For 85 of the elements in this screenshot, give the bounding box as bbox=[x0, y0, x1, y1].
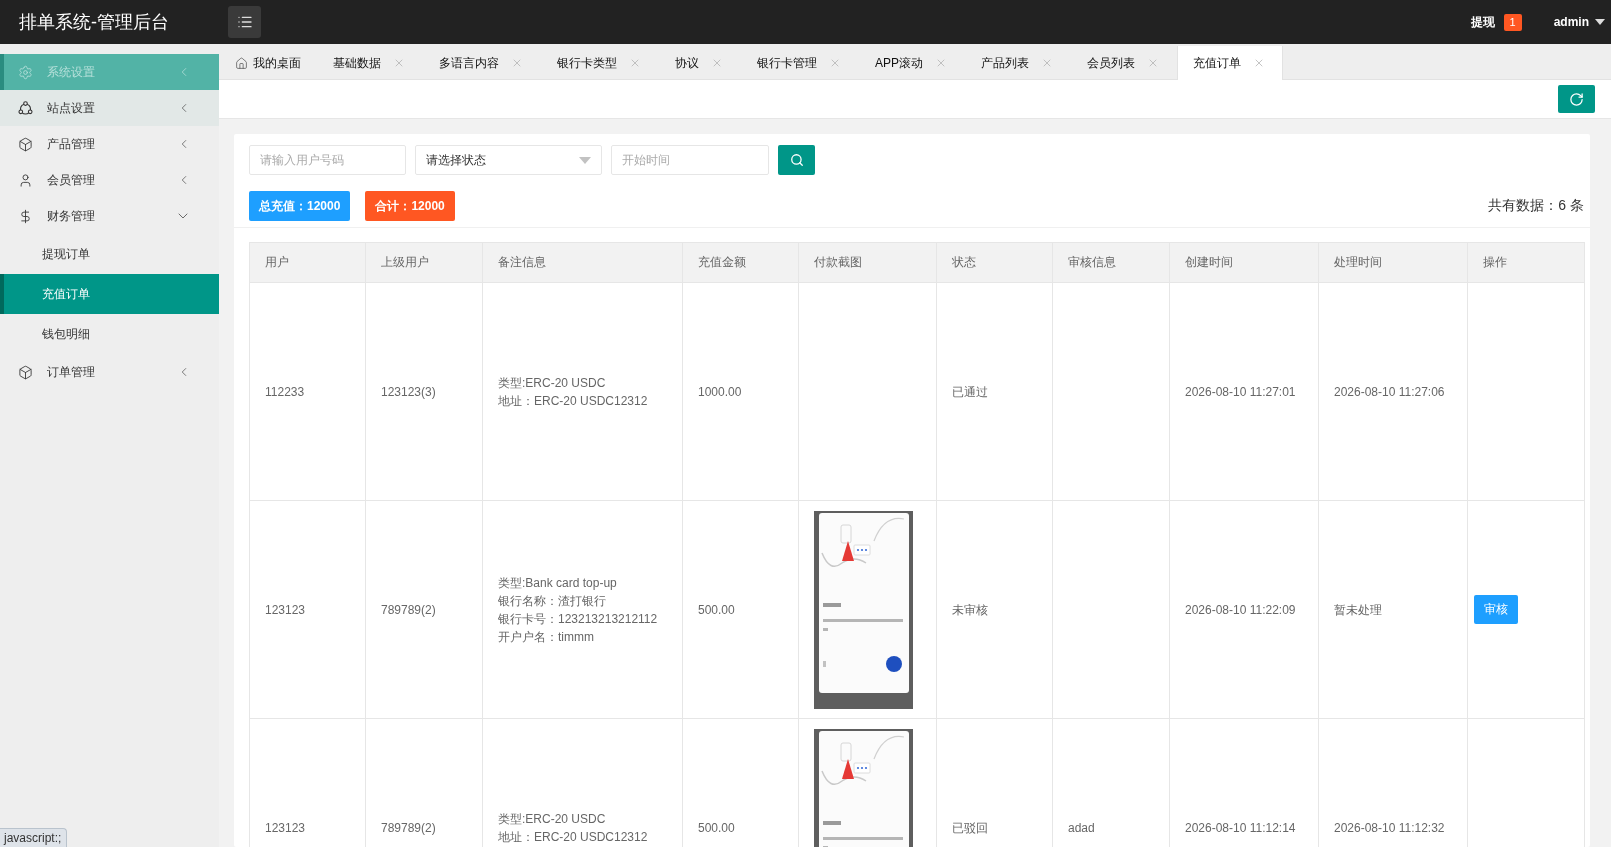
sidebar-subitem[interactable]: 钱包明细 bbox=[0, 314, 219, 354]
caret-icon bbox=[579, 156, 591, 164]
status-text: 已通过 bbox=[952, 383, 988, 401]
column-header: 创建时间 bbox=[1169, 242, 1319, 283]
tab[interactable]: 银行卡管理 bbox=[741, 46, 859, 80]
close-icon[interactable] bbox=[1253, 57, 1265, 69]
tab[interactable]: 基础数据 bbox=[317, 46, 423, 80]
close-icon[interactable] bbox=[829, 57, 841, 69]
user-menu[interactable]: admin bbox=[1553, 15, 1605, 29]
settings-icon bbox=[18, 64, 33, 80]
sidebar-subitem[interactable]: 充值订单 bbox=[0, 274, 219, 314]
cube-icon bbox=[18, 136, 33, 152]
tab[interactable]: 银行卡类型 bbox=[541, 46, 659, 80]
tab[interactable]: 多语言内容 bbox=[423, 46, 541, 80]
column-header: 备注信息 bbox=[482, 242, 683, 283]
home-icon bbox=[235, 56, 248, 70]
user-id-text: 112233 bbox=[265, 383, 305, 401]
start-time-field[interactable]: 开始时间 bbox=[611, 145, 769, 175]
caret-icon bbox=[1595, 19, 1605, 25]
column-header: 处理时间 bbox=[1318, 242, 1468, 283]
column-header: 状态 bbox=[936, 242, 1053, 283]
amount-text: 1000.00 bbox=[698, 383, 742, 401]
processed-time-text: 2026-08-10 11:12:32 bbox=[1334, 819, 1445, 837]
notification-count: 1 bbox=[1503, 13, 1522, 31]
record-count: 共有数据：6 条 bbox=[1488, 197, 1584, 215]
payment-info-text: 类型:ERC-20 USDC 地址：ERC-20 USDC12312 bbox=[498, 810, 648, 846]
created-time-text: 2026-08-10 11:22:09 bbox=[1185, 601, 1296, 619]
search-icon bbox=[789, 153, 804, 167]
summary-tag: 总充值：12000 bbox=[249, 191, 351, 221]
column-header: 审核信息 bbox=[1052, 242, 1170, 283]
search-button[interactable] bbox=[778, 145, 815, 175]
summary-tag: 合计：12000 bbox=[365, 191, 455, 221]
status-text: 未审核 bbox=[952, 601, 988, 619]
sidebar-item[interactable]: 订单管理 bbox=[0, 354, 219, 390]
app-title: 排单系统-管理后台 bbox=[19, 12, 169, 32]
refresh-button[interactable] bbox=[1558, 85, 1595, 113]
user-number-field[interactable]: 请输入用户号码 bbox=[249, 145, 406, 175]
column-header: 充值金额 bbox=[682, 242, 799, 283]
user-id-text: 123123 bbox=[265, 819, 306, 837]
column-header: 上级用户 bbox=[365, 242, 483, 283]
dollar-icon bbox=[18, 208, 33, 224]
processed-time-text: 暂未处理 bbox=[1334, 601, 1382, 619]
tab[interactable]: 充值订单 bbox=[1177, 46, 1283, 80]
user-id-text: 123123 bbox=[265, 601, 306, 619]
close-icon[interactable] bbox=[711, 57, 723, 69]
ring-nodes-icon bbox=[18, 100, 33, 116]
refresh-icon bbox=[1569, 91, 1584, 107]
column-header: 付款截图 bbox=[798, 242, 937, 283]
sidebar-subitem[interactable]: 提现订单 bbox=[0, 234, 219, 274]
amount-text: 500.00 bbox=[698, 601, 735, 619]
sidebar-item[interactable]: 财务管理 bbox=[0, 198, 219, 234]
close-icon[interactable] bbox=[511, 57, 523, 69]
tab[interactable]: APP滚动 bbox=[859, 46, 965, 80]
payment-info-text: 类型:ERC-20 USDC 地址：ERC-20 USDC12312 bbox=[498, 374, 648, 410]
amount-text: 500.00 bbox=[698, 819, 735, 837]
referrer-text: 789789(2) bbox=[381, 819, 436, 837]
withdraw-link[interactable]: 提现 bbox=[1470, 13, 1495, 31]
close-icon[interactable] bbox=[1147, 57, 1159, 69]
tab[interactable]: 协议 bbox=[659, 46, 741, 80]
sidebar-item[interactable]: 会员管理 bbox=[0, 162, 219, 198]
created-time-text: 2026-08-10 11:27:01 bbox=[1185, 383, 1296, 401]
payment-info-text: 类型:Bank card top-up 银行名称：渣打银行 银行卡号：123213213212112 开户户名：timmm bbox=[498, 574, 658, 646]
menu-icon bbox=[236, 14, 253, 30]
review-note-text: adad bbox=[1068, 819, 1095, 837]
close-icon[interactable] bbox=[393, 57, 405, 69]
processed-time-text: 2026-08-10 11:27:06 bbox=[1334, 383, 1445, 401]
tab[interactable]: 产品列表 bbox=[965, 46, 1071, 80]
close-icon[interactable] bbox=[629, 57, 641, 69]
menu-button[interactable] bbox=[228, 6, 261, 38]
tab[interactable]: 我的桌面 bbox=[219, 46, 317, 80]
user-icon bbox=[18, 172, 33, 188]
cube-icon bbox=[18, 364, 33, 380]
status-select[interactable]: 请选择状态 bbox=[415, 145, 602, 175]
link-preview-tooltip: javascript:; bbox=[0, 828, 68, 847]
tab[interactable]: 会员列表 bbox=[1071, 46, 1177, 80]
sidebar-item[interactable]: 站点设置 bbox=[0, 90, 219, 126]
status-text: 已驳回 bbox=[952, 819, 988, 837]
column-header: 用户 bbox=[249, 242, 366, 283]
close-icon[interactable] bbox=[1041, 57, 1053, 69]
referrer-text: 123123(3) bbox=[381, 383, 436, 401]
created-time-text: 2026-08-10 11:12:14 bbox=[1185, 819, 1296, 837]
referrer-text: 789789(2) bbox=[381, 601, 436, 619]
close-icon[interactable] bbox=[935, 57, 947, 69]
column-header: 操作 bbox=[1467, 242, 1585, 283]
sidebar-item[interactable]: 产品管理 bbox=[0, 126, 219, 162]
